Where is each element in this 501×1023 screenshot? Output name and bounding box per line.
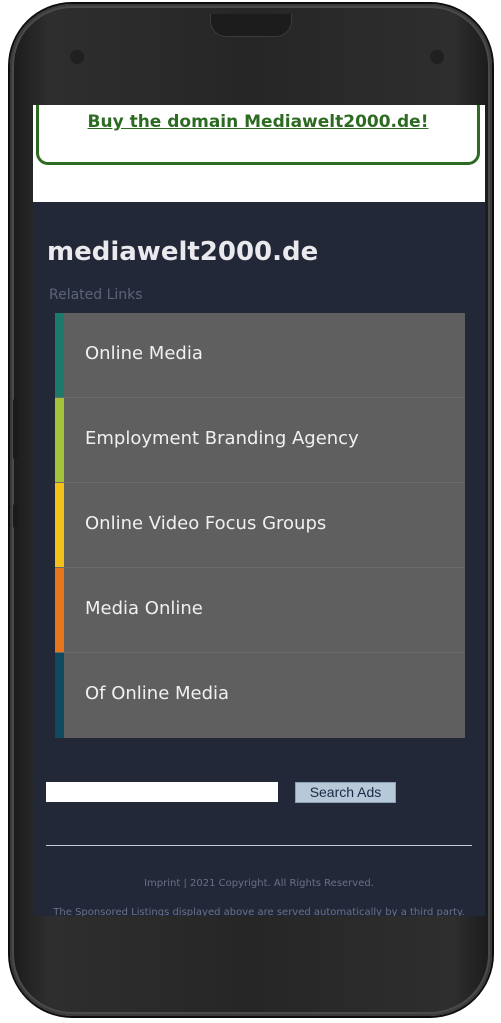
banner-area: Buy the domain Mediawelt2000.de! xyxy=(33,105,485,202)
power-button xyxy=(13,504,18,528)
related-links-list: Online Media Employment Branding Agency … xyxy=(55,313,465,738)
related-link-item[interactable]: Online Video Focus Groups xyxy=(55,483,465,568)
related-links-heading: Related Links xyxy=(49,287,143,303)
site-title: mediawelt2000.de xyxy=(47,237,319,267)
screen: Buy the domain Mediawelt2000.de! mediawe… xyxy=(33,105,485,916)
footer-divider xyxy=(46,845,472,846)
footer-disclaimer: The Sponsored Listings displayed above a… xyxy=(53,907,465,916)
buy-domain-box: Buy the domain Mediawelt2000.de! xyxy=(36,105,480,165)
related-link-item[interactable]: Of Online Media xyxy=(55,653,465,738)
related-link-label[interactable]: Of Online Media xyxy=(85,683,229,704)
footer-copyright: Imprint | 2021 Copyright. All Rights Res… xyxy=(144,878,374,889)
link-color-bar xyxy=(55,653,64,738)
buy-domain-link[interactable]: Buy the domain Mediawelt2000.de! xyxy=(39,112,477,132)
related-link-label[interactable]: Employment Branding Agency xyxy=(85,428,359,449)
earpiece-speaker xyxy=(210,14,292,37)
related-link-item[interactable]: Employment Branding Agency xyxy=(55,398,465,483)
proximity-sensor xyxy=(70,50,84,64)
related-link-item[interactable]: Media Online xyxy=(55,568,465,653)
front-camera xyxy=(430,50,444,64)
related-link-label[interactable]: Online Media xyxy=(85,343,203,364)
volume-button xyxy=(13,399,18,459)
link-color-bar xyxy=(55,568,64,652)
link-color-bar xyxy=(55,398,64,482)
search-input[interactable] xyxy=(46,782,278,802)
link-color-bar xyxy=(55,483,64,567)
related-link-label[interactable]: Online Video Focus Groups xyxy=(85,513,326,534)
related-link-label[interactable]: Media Online xyxy=(85,598,203,619)
related-link-item[interactable]: Online Media xyxy=(55,313,465,398)
link-color-bar xyxy=(55,313,64,397)
search-ads-button[interactable]: Search Ads xyxy=(295,782,396,803)
